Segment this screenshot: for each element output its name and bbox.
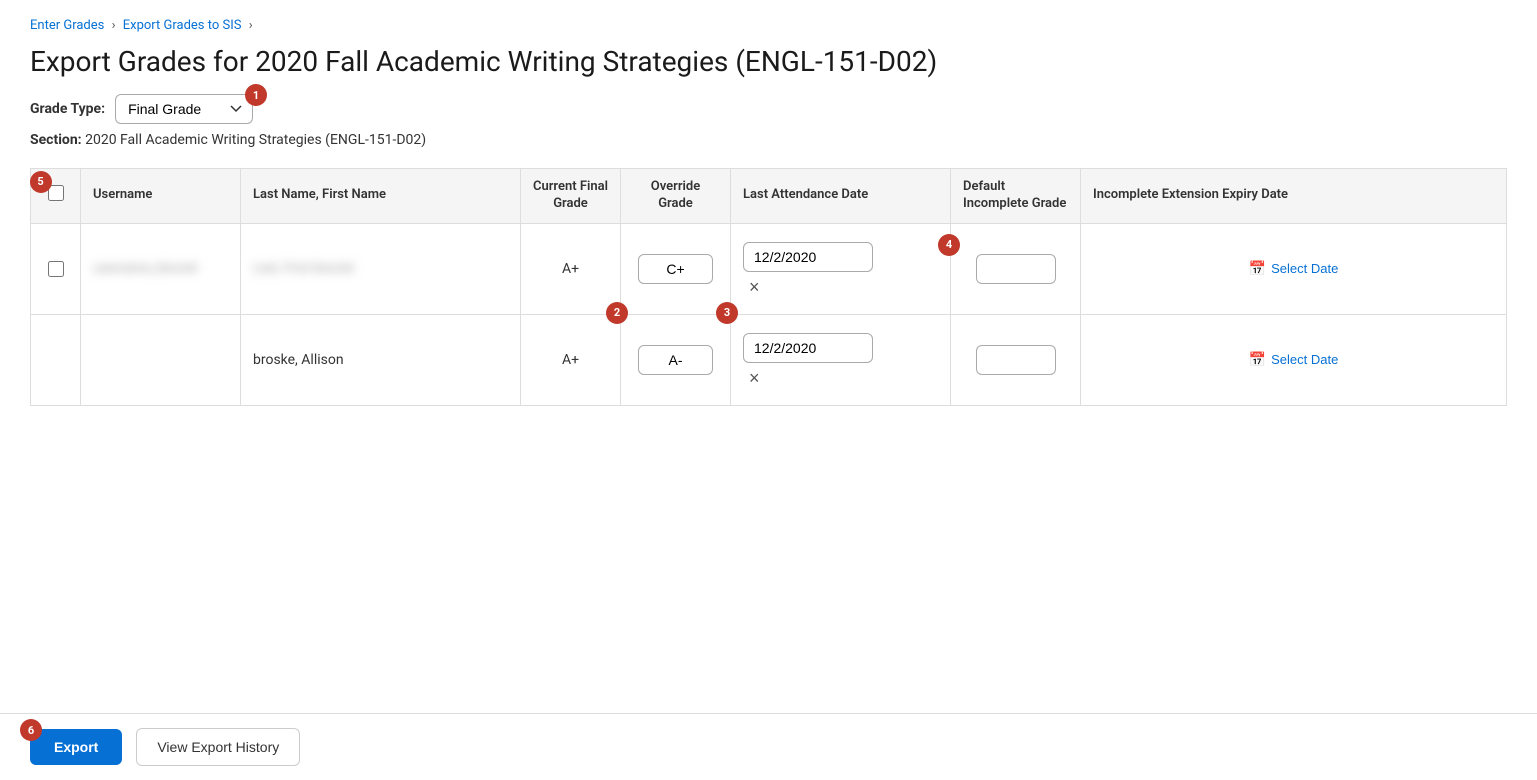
- grade-type-select[interactable]: Final Grade Midterm Grade: [115, 94, 253, 124]
- th-username: Username: [81, 169, 241, 224]
- th-current-grade: Current Final Grade: [521, 169, 621, 224]
- td-attendance-2: ×: [731, 314, 951, 405]
- td-default-incomplete-2: [951, 314, 1081, 405]
- td-username-1: username_blurred: [81, 223, 241, 314]
- annotation-badge-1: 1: [245, 84, 267, 106]
- grade-type-label: Grade Type:: [30, 101, 105, 117]
- td-attendance-1: × 4: [731, 223, 951, 314]
- page-title: Export Grades for 2020 Fall Academic Wri…: [0, 33, 1537, 94]
- current-grade-1: A+: [562, 261, 579, 277]
- table-container: 5 Username Last Name, First Name Current…: [0, 168, 1537, 406]
- default-incomplete-input-1[interactable]: [976, 254, 1056, 284]
- td-override-grade-1: 3: [621, 223, 731, 314]
- th-default-incomplete: Default Incomplete Grade: [951, 169, 1081, 224]
- breadcrumb: Enter Grades › Export Grades to SIS ›: [0, 0, 1537, 33]
- controls-bar: Grade Type: Final Grade Midterm Grade 1: [0, 94, 1537, 132]
- view-export-history-button[interactable]: View Export History: [136, 728, 300, 766]
- th-expiry: Incomplete Extension Expiry Date: [1081, 169, 1507, 224]
- override-grade-input-1[interactable]: [638, 254, 713, 284]
- calendar-icon-2: 📅: [1249, 351, 1266, 368]
- td-expiry-1: 📅 Select Date: [1081, 223, 1507, 314]
- td-name-2: broske, Allison: [241, 314, 521, 405]
- current-grade-2: A+: [562, 352, 579, 368]
- select-expiry-date-btn-2[interactable]: 📅 Select Date: [1249, 351, 1339, 368]
- td-checkbox-2: [31, 314, 81, 405]
- username-1: username_blurred: [93, 261, 197, 276]
- select-expiry-date-btn-1[interactable]: 📅 Select Date: [1249, 260, 1339, 277]
- attendance-date-input-2[interactable]: [743, 333, 873, 363]
- clear-attendance-date-2[interactable]: ×: [743, 369, 766, 387]
- th-override-grade: Override Grade: [621, 169, 731, 224]
- td-current-grade-1: A+ 2: [521, 223, 621, 314]
- td-current-grade-2: A+: [521, 314, 621, 405]
- attendance-date-input-1[interactable]: [743, 242, 873, 272]
- clear-attendance-date-1[interactable]: ×: [743, 278, 766, 296]
- breadcrumb-export-grades[interactable]: Export Grades to SIS: [123, 18, 242, 33]
- th-attendance: Last Attendance Date: [731, 169, 951, 224]
- td-name-1: Last, First blurred: [241, 223, 521, 314]
- td-expiry-2: 📅 Select Date: [1081, 314, 1507, 405]
- default-incomplete-input-2[interactable]: [976, 345, 1056, 375]
- td-override-grade-2: [621, 314, 731, 405]
- section-info: Section: 2020 Fall Academic Writing Stra…: [0, 132, 1537, 168]
- grades-table: 5 Username Last Name, First Name Current…: [30, 168, 1507, 406]
- td-username-2: [81, 314, 241, 405]
- name-1: Last, First blurred: [253, 261, 353, 276]
- td-default-incomplete-1: [951, 223, 1081, 314]
- table-row: broske, Allison A+ ×: [31, 314, 1507, 405]
- th-checkbox: 5: [31, 169, 81, 224]
- override-grade-input-2[interactable]: [638, 345, 713, 375]
- table-row: username_blurred Last, First blurred A+ …: [31, 223, 1507, 314]
- footer-bar: Export 6 View Export History: [0, 713, 1537, 780]
- annotation-badge-4: 4: [938, 234, 960, 256]
- th-name: Last Name, First Name: [241, 169, 521, 224]
- row1-checkbox[interactable]: [48, 261, 64, 277]
- annotation-badge-5: 5: [30, 171, 52, 193]
- annotation-badge-6: 6: [20, 719, 42, 741]
- calendar-icon-1: 📅: [1249, 260, 1266, 277]
- breadcrumb-enter-grades[interactable]: Enter Grades: [30, 18, 104, 33]
- td-checkbox-1: [31, 223, 81, 314]
- export-button[interactable]: Export: [30, 729, 122, 765]
- name-2: broske, Allison: [253, 352, 344, 368]
